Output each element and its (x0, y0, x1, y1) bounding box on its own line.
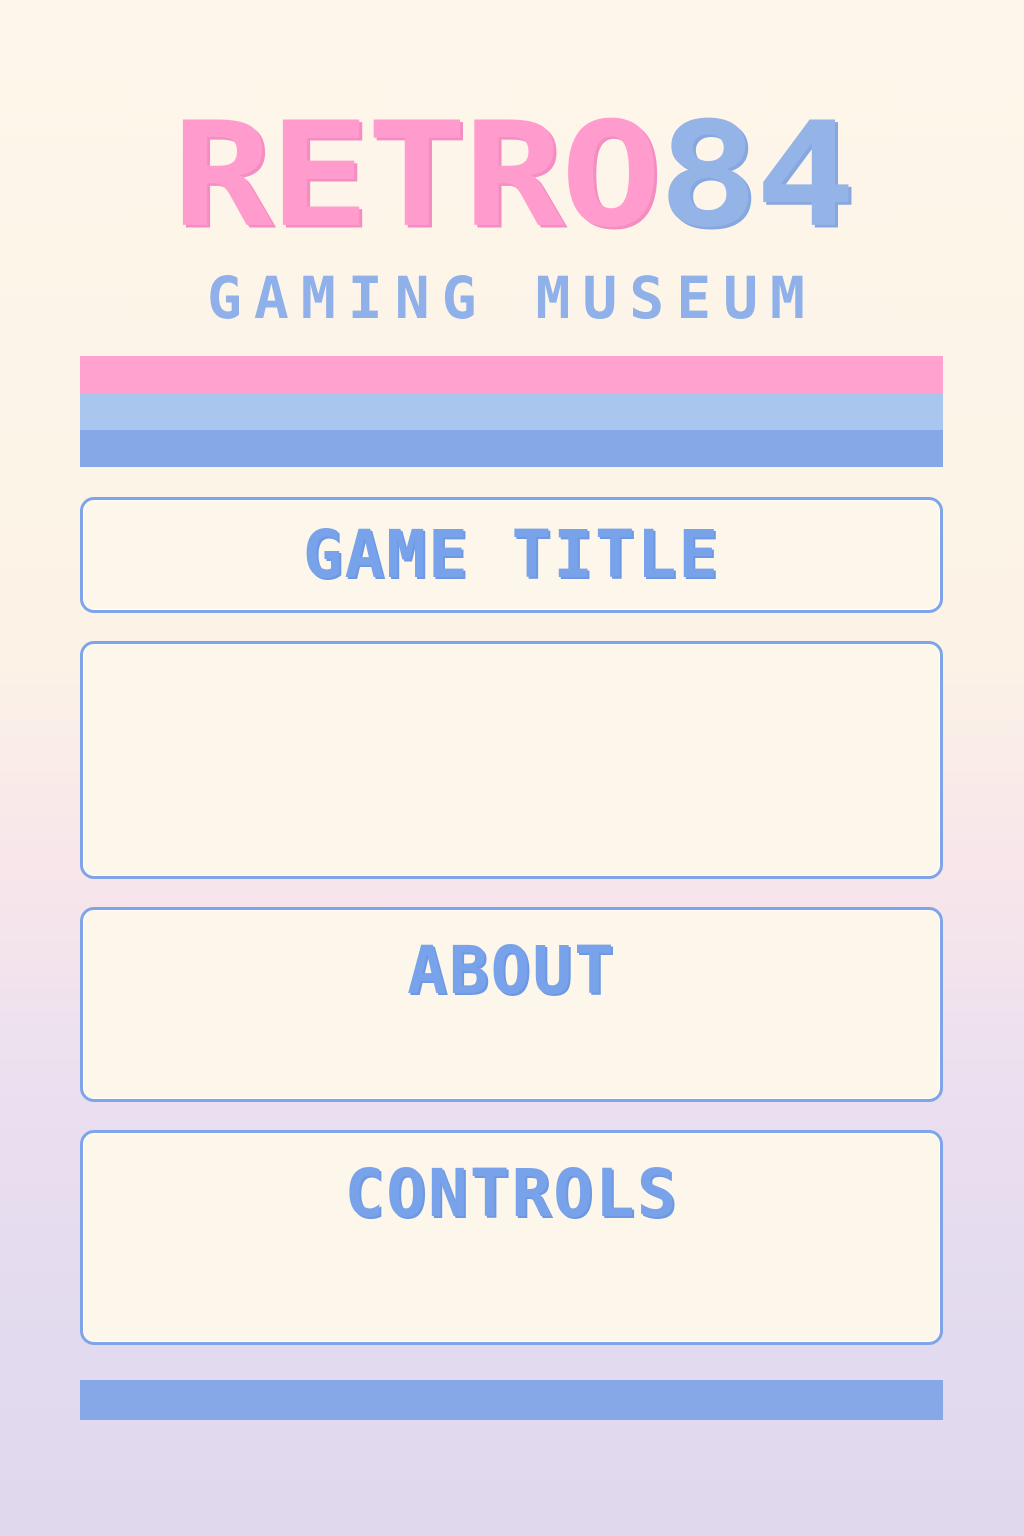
stripe-light-blue (80, 393, 943, 430)
logo-retro-text: RETRO (171, 90, 662, 260)
controls-button[interactable]: CONTROLS (80, 1130, 943, 1345)
controls-label: CONTROLS (344, 1155, 679, 1232)
game-title-label: GAME TITLE (302, 516, 721, 593)
subtitle: GAMING MUSEUM (207, 264, 817, 332)
about-label: ABOUT (407, 932, 616, 1009)
game-title-button[interactable]: GAME TITLE (80, 497, 943, 613)
stripe-pink (80, 356, 943, 393)
stripe-blue (80, 430, 943, 467)
retro84-logo: RETRO84 (0, 80, 1024, 270)
about-button[interactable]: ABOUT (80, 907, 943, 1102)
game-preview-panel (80, 641, 943, 879)
logo-84-text: 84 (657, 90, 856, 260)
museum-page: RETRO84 GAMING MUSEUM GAME TITLE ABOUT C… (0, 0, 1024, 1536)
footer-bar (80, 1380, 943, 1420)
color-stripes (80, 356, 943, 467)
